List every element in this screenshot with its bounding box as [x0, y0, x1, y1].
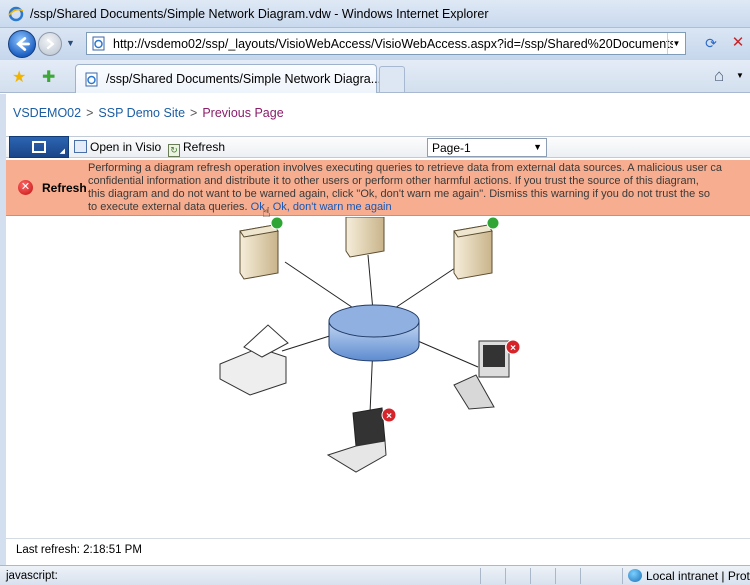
breadcrumb-previous-page[interactable]: Previous Page — [202, 106, 283, 120]
address-bar[interactable]: http://vsdemo02/ssp/_layouts/VisioWebAcc… — [86, 32, 686, 55]
breadcrumb-separator: > — [86, 106, 94, 120]
last-refresh-text: Last refresh: 2:18:51 PM — [16, 544, 142, 556]
open-in-visio-label: Open in Visio — [90, 140, 162, 154]
status-divider — [555, 568, 556, 584]
warning-line-2: confidential information and distribute … — [88, 175, 699, 187]
tab-label: /ssp/Shared Documents/Simple Network Dia… — [106, 72, 382, 86]
hub-icon — [328, 304, 420, 362]
forward-button[interactable] — [38, 32, 62, 56]
laptop-icon: × — [326, 407, 397, 473]
breadcrumb-separator: > — [190, 106, 198, 120]
url-text[interactable]: http://vsdemo02/ssp/_layouts/VisioWebAcc… — [113, 37, 673, 51]
favorites-star-icon[interactable]: ★ — [12, 67, 26, 87]
svg-text:×: × — [386, 411, 392, 422]
warning-line-3: this diagram and do not want to be warne… — [88, 188, 710, 200]
tab-active[interactable]: /ssp/Shared Documents/Simple Network Dia… — [75, 64, 381, 93]
workstation-icon: × — [453, 339, 521, 410]
page-select-value: Page-1 — [432, 141, 471, 155]
server-icon — [345, 217, 385, 258]
status-text: javascript: — [6, 570, 58, 582]
breadcrumb: VSDEMO02 > SSP Demo Site > Previous Page — [13, 106, 284, 120]
forward-arrow-icon — [46, 38, 55, 50]
open-visio-icon — [74, 140, 87, 153]
stop-icon[interactable]: ✕ — [727, 32, 749, 54]
menu-dropdown-icon: ◢ — [59, 148, 65, 155]
network-diagram: × × — [219, 217, 521, 473]
refresh-button[interactable]: ↻ Refresh — [168, 140, 225, 157]
home-dropdown-icon[interactable]: ▼ — [736, 71, 744, 80]
warning-message: Performing a diagram refresh operation i… — [88, 162, 750, 214]
window-title: /ssp/Shared Documents/Simple Network Dia… — [30, 7, 489, 21]
open-in-visio-button[interactable]: Open in Visio — [74, 140, 161, 154]
address-dropdown-icon[interactable]: ▼ — [667, 33, 685, 54]
add-favorites-icon[interactable]: ✚ — [42, 67, 55, 87]
refresh-label: Refresh — [183, 140, 226, 154]
tab-page-icon — [85, 72, 98, 87]
home-icon[interactable]: ⌂ — [714, 66, 724, 86]
error-icon: ✕ — [18, 180, 33, 195]
visio-icon — [32, 141, 46, 153]
tab-bar: ★ ✚ /ssp/Shared Documents/Simple Network… — [0, 60, 750, 93]
server-icon — [239, 217, 284, 280]
hand-cursor-icon: ☝ — [262, 204, 271, 220]
warning-line-4: to execute external data queries. — [88, 201, 248, 213]
page-select[interactable]: Page-1 ▼ — [427, 138, 547, 157]
visio-menu-button[interactable]: ◢ — [9, 136, 69, 158]
refresh-warning-bar: ✕ Refresh Performing a diagram refresh o… — [6, 160, 750, 216]
divider — [6, 538, 750, 539]
warning-title: Refresh — [42, 181, 87, 195]
ok-dont-warn-link[interactable]: Ok, don't warn me again — [273, 201, 392, 213]
breadcrumb-ssp-demo-site[interactable]: SSP Demo Site — [98, 106, 185, 120]
svg-text:×: × — [510, 343, 516, 354]
back-button[interactable] — [8, 30, 36, 58]
warning-line-1: Performing a diagram refresh operation i… — [88, 162, 723, 174]
navigation-bar: ▼ http://vsdemo02/ssp/_layouts/VisioWebA… — [0, 28, 750, 60]
title-bar: /ssp/Shared Documents/Simple Network Dia… — [0, 0, 750, 28]
printer-icon — [219, 324, 289, 396]
back-arrow-icon — [16, 37, 30, 51]
server-icon — [453, 217, 500, 280]
page-icon — [92, 36, 105, 51]
status-divider — [580, 568, 581, 584]
refresh-icon: ↻ — [168, 144, 180, 157]
globe-icon — [628, 569, 642, 582]
chevron-down-icon: ▼ — [533, 142, 542, 152]
history-dropdown-icon[interactable]: ▼ — [66, 38, 75, 48]
status-divider — [530, 568, 531, 584]
status-divider — [622, 568, 623, 584]
status-bar: javascript: Local intranet | Prot — [0, 565, 750, 585]
status-divider — [480, 568, 481, 584]
breadcrumb-vsdemo02[interactable]: VSDEMO02 — [13, 106, 81, 120]
status-divider — [505, 568, 506, 584]
refresh-page-icon[interactable]: ⟳ — [700, 32, 722, 54]
new-tab-button[interactable] — [379, 66, 405, 92]
security-zone[interactable]: Local intranet | Prot — [628, 569, 750, 583]
ie-logo-icon — [8, 6, 24, 22]
zone-label: Local intranet | Prot — [646, 569, 750, 583]
